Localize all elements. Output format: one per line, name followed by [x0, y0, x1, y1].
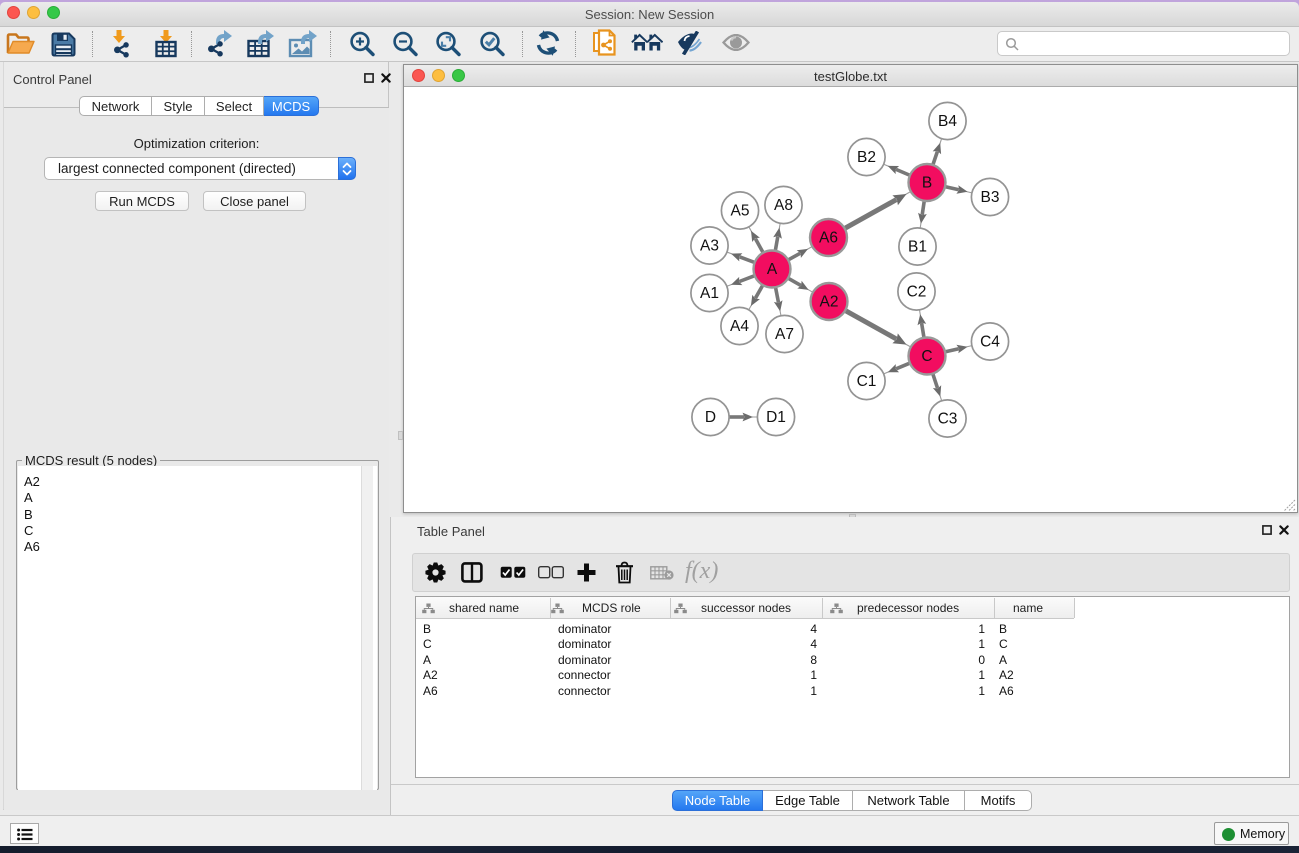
svg-text:A8: A8	[774, 197, 793, 214]
svg-text:D1: D1	[766, 409, 786, 426]
svg-text:C3: C3	[938, 411, 958, 428]
svg-text:A5: A5	[731, 203, 750, 220]
svg-text:C4: C4	[980, 334, 1000, 351]
svg-text:A7: A7	[775, 326, 794, 343]
svg-text:A4: A4	[730, 318, 749, 335]
svg-text:B: B	[922, 175, 932, 192]
svg-text:C1: C1	[857, 373, 877, 390]
svg-text:A1: A1	[700, 285, 719, 302]
svg-text:B3: B3	[981, 189, 1000, 206]
svg-text:A: A	[767, 261, 778, 278]
svg-text:B1: B1	[908, 239, 927, 256]
svg-text:B4: B4	[938, 113, 957, 130]
svg-text:C: C	[921, 348, 932, 365]
svg-text:B2: B2	[857, 149, 876, 166]
svg-text:D: D	[705, 409, 716, 426]
svg-text:C2: C2	[907, 284, 927, 301]
svg-text:A6: A6	[819, 230, 838, 247]
svg-text:A3: A3	[700, 238, 719, 255]
svg-text:A2: A2	[820, 294, 839, 311]
